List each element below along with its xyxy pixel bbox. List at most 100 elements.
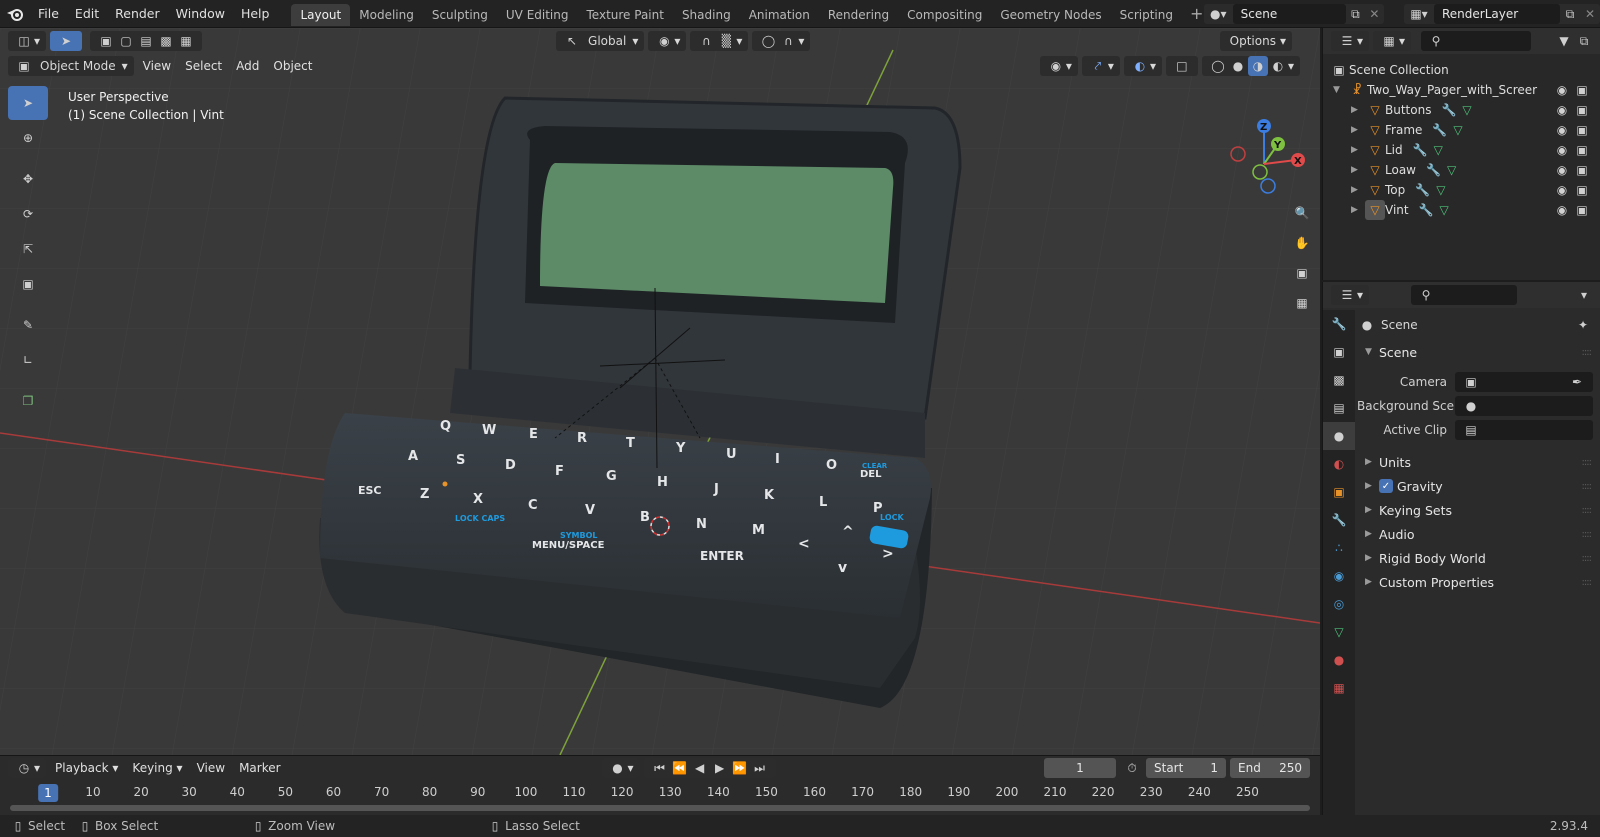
modifier-wrench-icon[interactable]: 🔧 [1441, 103, 1456, 117]
record-button[interactable]: ● ▾ [601, 758, 640, 778]
menu-marker[interactable]: Marker [232, 758, 287, 778]
tab-material[interactable]: ● [1323, 646, 1355, 674]
3d-viewport[interactable]: Q W E R T Y U I O CLEAR DEL A S D F G H … [0, 28, 1320, 755]
select-tool-button[interactable]: ➤ [50, 31, 83, 51]
tab-tool[interactable]: 🔧 [1323, 310, 1355, 338]
menu-edit[interactable]: Edit [67, 0, 107, 28]
drag-grip-icon[interactable]: :::: [1582, 457, 1593, 468]
expand-triangle-icon[interactable]: ▶ [1351, 145, 1365, 155]
solid-shading-icon[interactable]: ● [1228, 56, 1248, 76]
pin-icon[interactable]: ✦ [1573, 315, 1593, 335]
drag-grip-icon[interactable]: :::: [1582, 553, 1593, 564]
render-camera-icon[interactable]: ▣ [1572, 80, 1592, 100]
proportional-editing-group[interactable]: ◯ ∩ ▾ [752, 31, 811, 51]
play-icon[interactable]: ▶ [710, 758, 730, 778]
outliner-search-input[interactable]: ⚲ [1421, 31, 1532, 51]
tool-move[interactable]: ✥ [8, 162, 48, 196]
properties-search-input[interactable]: ⚲ [1411, 285, 1518, 305]
menu-view[interactable]: View [136, 56, 178, 76]
menu-timeline-view[interactable]: View [190, 758, 232, 778]
menu-keying[interactable]: Keying ▾ [125, 758, 189, 778]
tab-uv-editing[interactable]: UV Editing [497, 4, 578, 26]
visibility-eye-icon[interactable]: ◉ [1552, 120, 1572, 140]
menu-file[interactable]: File [30, 0, 67, 28]
view-layer-field[interactable]: RenderLayer [1434, 4, 1560, 24]
render-camera-icon[interactable]: ▣ [1572, 100, 1592, 120]
falloff-icon[interactable]: ∩ [778, 31, 798, 51]
mesh-data-icon[interactable]: ▽ [1434, 143, 1443, 157]
outliner-scene-collection[interactable]: ▣ Scene Collection [1323, 60, 1600, 80]
visibility-eye-icon[interactable]: ◉ [1552, 200, 1572, 220]
menu-add[interactable]: Add [229, 56, 266, 76]
render-camera-icon[interactable]: ▣ [1572, 160, 1592, 180]
timeline-scrollbar[interactable] [10, 805, 1310, 811]
end-frame-field[interactable]: End 250 [1230, 758, 1310, 778]
menu-select[interactable]: Select [178, 56, 229, 76]
snap-group[interactable]: ∩ ▒ ▾ [690, 31, 749, 51]
select-subtract-icon[interactable]: ▤ [136, 31, 156, 51]
tab-constraints[interactable]: ◎ [1323, 590, 1355, 618]
play-reverse-icon[interactable]: ◀ [690, 758, 710, 778]
tab-texture[interactable]: ▦ [1323, 674, 1355, 702]
panel-keying-sets[interactable]: ▶ Keying Sets :::: [1357, 498, 1600, 522]
properties-options-icon[interactable]: ▾ [1574, 285, 1594, 305]
rendered-shading-icon[interactable]: ◐ [1268, 56, 1288, 76]
scene-name-field[interactable]: Scene [1232, 4, 1346, 24]
modifier-wrench-icon[interactable]: 🔧 [1419, 203, 1434, 217]
tab-scene[interactable]: ● [1323, 422, 1355, 450]
modifier-wrench-icon[interactable]: 🔧 [1413, 143, 1428, 157]
expand-triangle-icon[interactable]: ▶ [1351, 185, 1365, 195]
drag-grip-icon[interactable]: :::: [1582, 529, 1593, 540]
outliner-item-lid[interactable]: ▶ ▽ Lid 🔧 ▽ ◉ ▣ [1323, 140, 1600, 160]
tool-select-box[interactable]: ➤ [8, 86, 48, 120]
tab-sculpting[interactable]: Sculpting [423, 4, 497, 26]
outliner-pager-object[interactable]: ▼ ☧ Two_Way_Pager_with_Screer ◉ ▣ [1323, 80, 1600, 100]
menu-playback[interactable]: Playback ▾ [48, 758, 125, 778]
visibility-eye-icon[interactable]: ◉ [1552, 100, 1572, 120]
mesh-data-icon[interactable]: ▽ [1447, 163, 1456, 177]
render-camera-icon[interactable]: ▣ [1572, 120, 1592, 140]
jump-start-icon[interactable]: ⏮ [650, 758, 670, 778]
visibility-eye-icon[interactable]: ◉ [1552, 180, 1572, 200]
menu-window[interactable]: Window [168, 0, 233, 28]
properties-editor-type[interactable]: ☰ ▾ [1331, 285, 1370, 305]
render-camera-icon[interactable]: ▣ [1572, 180, 1592, 200]
menu-help[interactable]: Help [233, 0, 278, 28]
navigation-gizmo[interactable]: Z Y X [1230, 116, 1320, 206]
next-keyframe-icon[interactable]: ⏩ [730, 758, 750, 778]
panel-units[interactable]: ▶ Units :::: [1357, 450, 1600, 474]
expand-triangle-icon[interactable]: ▶ [1351, 205, 1365, 215]
copy-scene-icon[interactable]: ⧉ [1346, 4, 1365, 24]
zoom-icon[interactable]: 🔍 [1288, 198, 1316, 228]
panel-scene-header[interactable]: ▼ Scene :::: [1357, 340, 1600, 364]
render-camera-icon[interactable]: ▣ [1572, 200, 1592, 220]
material-shading-icon[interactable]: ◑ [1247, 56, 1268, 76]
tool-rotate[interactable]: ⟳ [8, 197, 48, 231]
expand-triangle-icon[interactable]: ▶ [1351, 105, 1365, 115]
tab-shading[interactable]: Shading [673, 4, 740, 26]
outliner-item-vint[interactable]: ▶ ▽ Vint 🔧 ▽ ◉ ▣ [1323, 200, 1600, 220]
outliner-item-frame[interactable]: ▶ ▽ Frame 🔧 ▽ ◉ ▣ [1323, 120, 1600, 140]
menu-render[interactable]: Render [107, 0, 168, 28]
mesh-data-icon[interactable]: ▽ [1440, 203, 1449, 217]
timeline-editor-type[interactable]: ◷ ▾ [8, 758, 47, 778]
copy-view-layer-icon[interactable]: ⧉ [1560, 4, 1580, 24]
transform-orientation-dropdown[interactable]: ↖ Global ▾ [556, 31, 645, 51]
editor-type-button[interactable]: ◫ ▾ [8, 31, 47, 51]
tab-world[interactable]: ◐ [1323, 450, 1355, 478]
menu-object[interactable]: Object [266, 56, 319, 76]
proportional-icon[interactable]: ◯ [758, 31, 778, 51]
outliner-editor-type[interactable]: ☰ ▾ [1331, 31, 1370, 51]
view-layer-selector[interactable]: ▦▾ RenderLayer ⧉ ✕ [1404, 4, 1600, 24]
blender-logo-icon[interactable] [0, 0, 30, 28]
selection-mode-group[interactable]: ▣ ▢ ▤ ▩ ▦ [90, 31, 203, 51]
active-clip-field[interactable]: ▤ [1455, 420, 1593, 440]
modifier-wrench-icon[interactable]: 🔧 [1415, 183, 1430, 197]
tab-rendering[interactable]: Rendering [819, 4, 898, 26]
select-intersect-icon[interactable]: ▦ [176, 31, 196, 51]
mesh-data-icon[interactable]: ▽ [1436, 183, 1445, 197]
tab-output[interactable]: ▩ [1323, 366, 1355, 394]
xray-toggle[interactable]: □ [1165, 56, 1198, 76]
overlay-toggle[interactable]: ◐ ▾ [1123, 56, 1162, 76]
tool-scale[interactable]: ⇱ [8, 232, 48, 266]
